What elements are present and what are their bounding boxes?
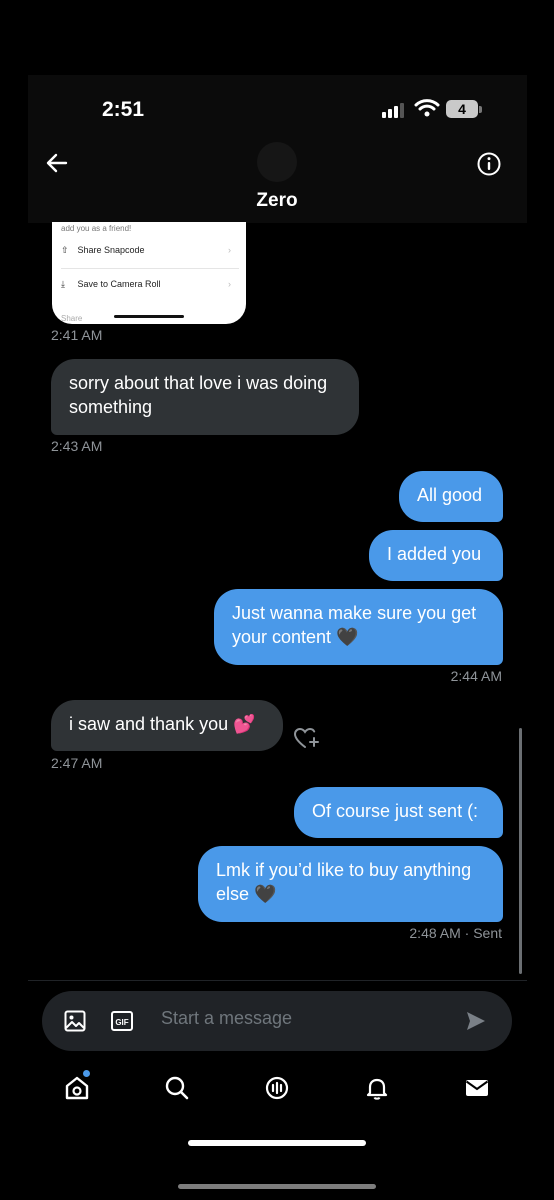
bottom-edge-bar [178, 1184, 376, 1189]
message-status: 2:48 AM · Sent [409, 925, 502, 941]
shared-screenshot-image[interactable]: add you as a friend! ⇧ Share Snapcode › … [52, 222, 246, 324]
spaces-icon[interactable] [263, 1074, 291, 1102]
back-arrow-icon[interactable] [44, 150, 70, 176]
notifications-icon[interactable] [363, 1074, 391, 1102]
composer-divider [28, 980, 527, 981]
home-indicator[interactable] [188, 1140, 366, 1146]
battery-tip [479, 106, 482, 113]
screenshot-home-indicator [114, 315, 184, 318]
download-icon: ⤓ [61, 279, 65, 289]
search-icon[interactable] [163, 1074, 191, 1102]
message-bubble-incoming[interactable]: sorry about that love i was doing someth… [51, 359, 359, 435]
chevron-right-icon: › [228, 279, 231, 289]
message-bubble-outgoing[interactable]: Just wanna make sure you get your conten… [214, 589, 503, 665]
chevron-right-icon: › [228, 245, 231, 255]
gif-icon[interactable]: GIF [110, 1009, 134, 1033]
screenshot-row-save: ⤓ Save to Camera Roll › [61, 279, 231, 289]
contact-avatar[interactable] [257, 142, 297, 182]
screenshot-caption: add you as a friend! [61, 224, 132, 233]
signal-icon [382, 103, 404, 118]
message-bubble-outgoing[interactable]: All good [399, 471, 503, 522]
screenshot-row-share-snapcode: ⇧ Share Snapcode › [61, 245, 231, 255]
message-timestamp: 2:43 AM [51, 438, 103, 454]
message-timestamp: 2:41 AM [51, 327, 103, 343]
message-bubble-incoming[interactable]: i saw and thank you 💕 [51, 700, 283, 751]
battery-indicator: 4 [446, 100, 478, 118]
share-icon: ⇧ [61, 245, 69, 255]
message-timestamp: 2:44 AM [450, 668, 502, 684]
home-icon[interactable] [63, 1074, 91, 1102]
screenshot-divider [61, 268, 239, 269]
info-icon[interactable] [476, 151, 502, 177]
react-heart-plus-icon[interactable] [293, 726, 321, 750]
message-bubble-outgoing[interactable]: Lmk if you’d like to buy anything else 🖤 [198, 846, 503, 922]
wifi-icon [414, 99, 440, 117]
screenshot-partial-row: Share [61, 314, 83, 323]
send-icon[interactable] [464, 1009, 488, 1033]
message-timestamp: 2:47 AM [51, 755, 103, 771]
message-input[interactable]: Start a message [161, 1008, 292, 1029]
notification-dot [83, 1070, 90, 1077]
contact-name[interactable]: Zero [0, 190, 554, 212]
status-time: 2:51 [102, 98, 145, 121]
scrollbar[interactable] [519, 728, 522, 974]
image-icon[interactable] [63, 1009, 87, 1033]
svg-text:GIF: GIF [115, 1018, 128, 1027]
message-bubble-outgoing[interactable]: I added you [369, 530, 503, 581]
messages-icon[interactable] [463, 1074, 491, 1102]
message-bubble-outgoing[interactable]: Of course just sent (: [294, 787, 503, 838]
